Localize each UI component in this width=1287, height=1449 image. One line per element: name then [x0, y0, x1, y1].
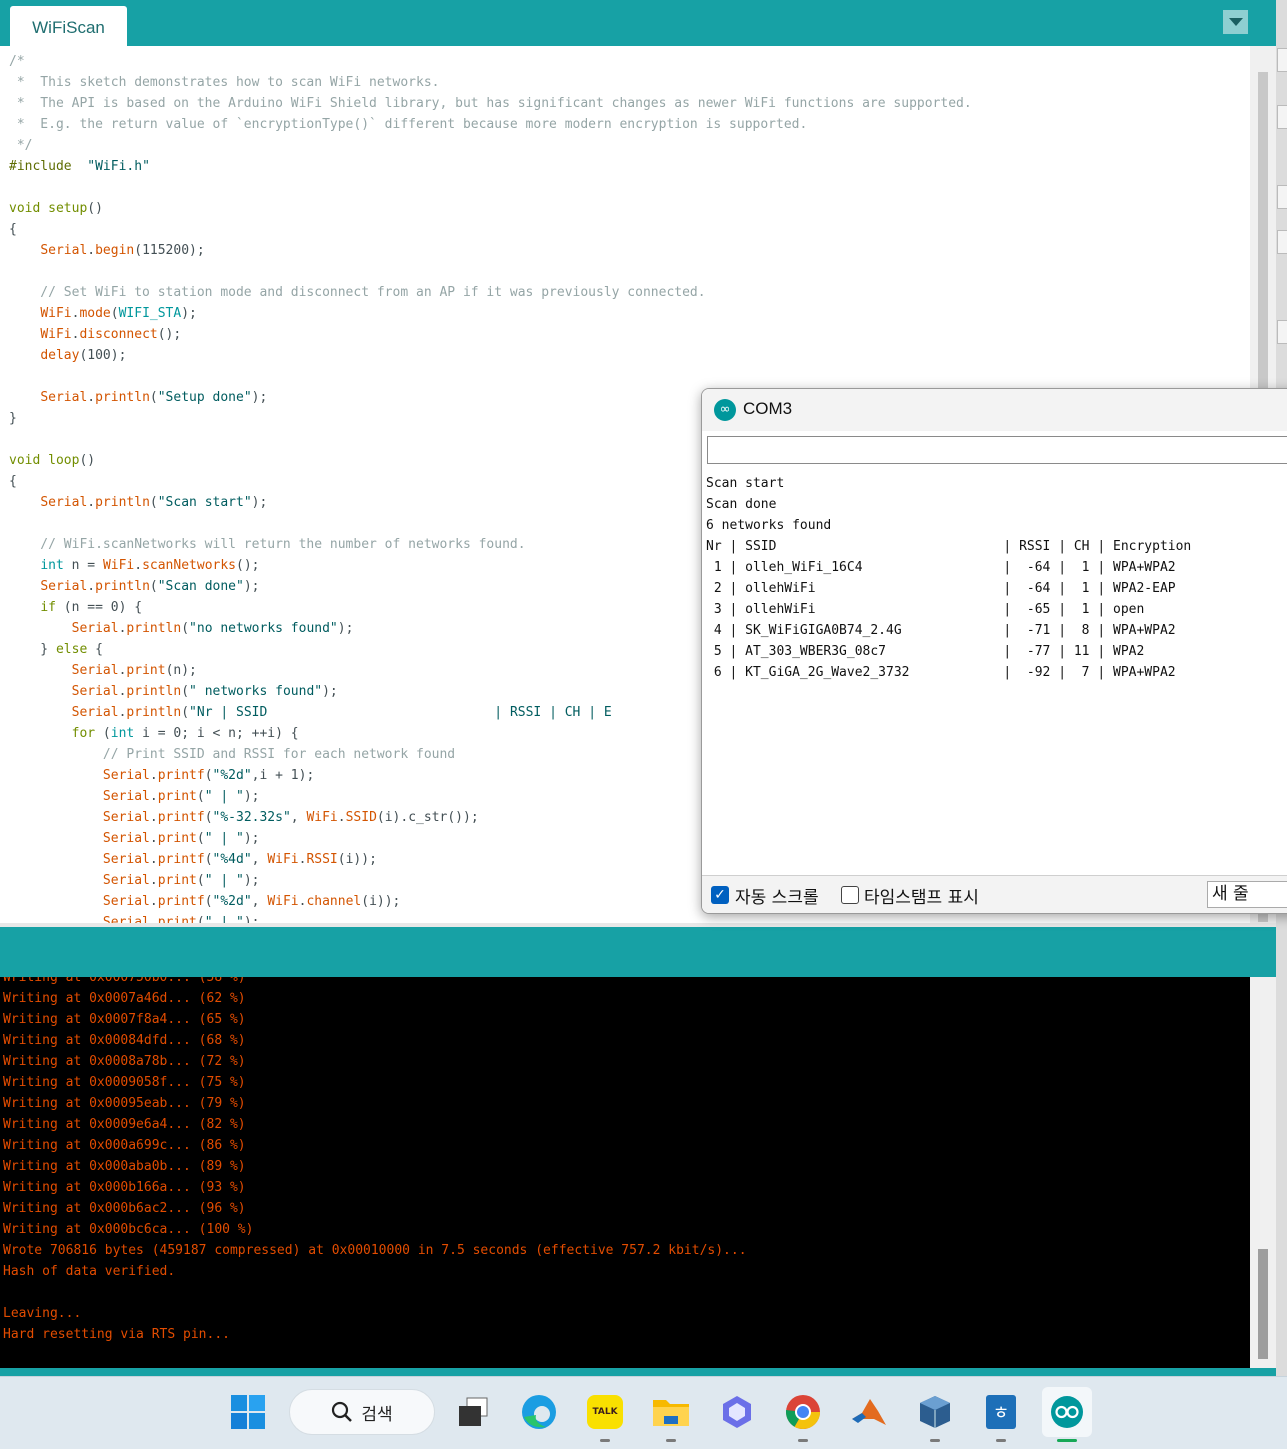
console-output: Writing at 0x000750b0... (58 %) Writing a… — [3, 977, 747, 1345]
file-explorer-button[interactable] — [646, 1387, 696, 1442]
edge-icon — [522, 1395, 556, 1429]
tab-bar: WiFiScan — [0, 0, 1276, 46]
taskbar: 검색 TALK ㅎ — [0, 1376, 1287, 1449]
code-line: Serial.begin(115200); — [40, 243, 205, 258]
arduino-button[interactable] — [1042, 1387, 1092, 1442]
serial-output-line: Scan done — [706, 497, 777, 512]
console-line: Writing at 0x00095eab... (79 %) — [3, 1096, 246, 1111]
autoscroll-checkbox[interactable]: ✓ — [711, 886, 729, 904]
code-line: WiFi.disconnect(); — [40, 327, 182, 342]
code-line: * The API is based on the Arduino WiFi S… — [9, 96, 972, 111]
autoscroll-label[interactable]: 자동 스크롤 — [735, 883, 819, 908]
virtualbox-icon — [920, 1396, 950, 1428]
search-icon — [332, 1401, 353, 1422]
code-line: { — [9, 222, 17, 237]
chevron-down-icon — [1228, 18, 1243, 26]
status-bar — [0, 1368, 1276, 1376]
file-explorer-icon — [653, 1400, 689, 1426]
serial-output-line: 4 | SK_WiFiGIGA0B74_2.4G | -71 | 8 | WPA… — [706, 623, 1176, 638]
search-label: 검색 — [361, 1404, 393, 1425]
start-icon — [231, 1395, 265, 1429]
console-line: Leaving... — [3, 1306, 82, 1321]
serial-send-input[interactable] — [707, 436, 1287, 464]
console-line: Writing at 0x0008a78b... (72 %) — [3, 1054, 246, 1069]
copilot-button[interactable] — [712, 1387, 762, 1437]
console-line: Writing at 0x000750b0... (58 %) — [3, 977, 246, 985]
code-line: * This sketch demonstrates how to scan W… — [9, 75, 440, 90]
console-line: Wrote 706816 bytes (459187 compressed) a… — [3, 1243, 747, 1258]
code-line: // Set WiFi to station mode and disconne… — [9, 285, 706, 300]
hangul-icon: ㅎ — [986, 1395, 1016, 1429]
console-line: Writing at 0x000aba0b... (89 %) — [3, 1159, 246, 1174]
console-line: Writing at 0x000b166a... (93 %) — [3, 1180, 246, 1195]
timestamp-checkbox[interactable] — [841, 886, 859, 904]
arduino-icon — [1051, 1396, 1083, 1428]
task-view-icon — [459, 1397, 488, 1426]
kakaotalk-label: TALK — [592, 1407, 618, 1417]
hangul-button[interactable]: ㅎ — [976, 1387, 1026, 1442]
serial-output-line: 3 | ollehWiFi | -65 | 1 | open — [706, 602, 1145, 617]
timestamp-label[interactable]: 타임스탬프 표시 — [864, 883, 979, 908]
window-title: COM3 — [743, 399, 793, 418]
console-line: Writing at 0x000bc6ca... (100 %) — [3, 1222, 254, 1237]
code-line: * E.g. the return value of `encryptionTy… — [9, 117, 808, 132]
console-line: Writing at 0x0007a46d... (62 %) — [3, 991, 246, 1006]
serial-output: Scan start Scan done 6 networks found Nr | … — [706, 473, 1191, 683]
output-console[interactable]: Writing at 0x000750b0... (58 %) Writing a… — [0, 977, 1250, 1368]
tab-menu-button[interactable] — [1223, 10, 1248, 34]
serial-output-line: 2 | ollehWiFi | -64 | 1 | WPA2-EAP — [706, 581, 1176, 596]
serial-monitor-window[interactable]: ∞ COM3 Scan start Scan done 6 networks fou… — [701, 388, 1287, 914]
console-line: Writing at 0x000b6ac2... (96 %) — [3, 1201, 246, 1216]
console-line: Hash of data verified. — [3, 1264, 176, 1279]
hangul-label: ㅎ — [992, 1403, 1010, 1424]
arduino-logo-icon: ∞ — [714, 399, 736, 421]
serial-output-line: 1 | olleh_WiFi_16C4 | -64 | 1 | WPA+WPA2 — [706, 560, 1176, 575]
serial-output-line: Nr | SSID | RSSI | CH | Encryption — [706, 539, 1192, 554]
code-line: WiFi.mode(WIFI_STA); — [40, 306, 197, 321]
serial-options-bar: ✓ 자동 스크롤 타임스탬프 표시 새 줄 — [702, 875, 1287, 913]
edge-button[interactable] — [514, 1387, 564, 1437]
serial-output-line: 5 | AT_303_WBER3G_08c7 | -77 | 11 | WPA2 — [706, 644, 1145, 659]
copilot-icon — [723, 1396, 751, 1428]
console-line: Writing at 0x0009058f... (75 %) — [3, 1075, 246, 1090]
chrome-icon — [786, 1395, 820, 1429]
line-ending-select[interactable]: 새 줄 — [1207, 881, 1287, 908]
virtualbox-button[interactable] — [910, 1387, 960, 1442]
console-scrollbar[interactable] — [1250, 977, 1276, 1368]
console-line: Writing at 0x00084dfd... (68 %) — [3, 1033, 246, 1048]
serial-monitor-titlebar[interactable]: ∞ COM3 — [702, 389, 1287, 431]
console-line: Writing at 0x0007f8a4... (65 %) — [3, 1012, 246, 1027]
code-line: /* — [9, 54, 25, 69]
matlab-button[interactable] — [844, 1387, 894, 1437]
matlab-icon — [852, 1399, 886, 1425]
chrome-button[interactable] — [778, 1387, 828, 1442]
tab-wifiscan[interactable]: WiFiScan — [10, 6, 127, 46]
kakaotalk-button[interactable]: TALK — [580, 1387, 630, 1442]
taskbar-search[interactable]: 검색 — [289, 1389, 435, 1435]
start-button[interactable] — [223, 1387, 273, 1437]
task-view-button[interactable] — [448, 1387, 498, 1437]
console-line: Writing at 0x0009e6a4... (82 %) — [3, 1117, 246, 1132]
checkmark-icon: ✓ — [714, 887, 726, 903]
code-line: */ — [9, 138, 33, 153]
serial-output-line: 6 | KT_GiGA_2G_Wave2_3732 | -92 | 7 | WP… — [706, 665, 1176, 680]
serial-output-line: Scan start — [706, 476, 785, 491]
console-line: Writing at 0x000a699c... (86 %) — [3, 1138, 246, 1153]
console-line: Hard resetting via RTS pin... — [3, 1327, 230, 1342]
serial-output-line: 6 networks found — [706, 518, 832, 533]
code-line: #include "WiFi.h" — [9, 159, 150, 174]
code-line: delay(100); — [40, 348, 127, 363]
console-header — [0, 923, 1276, 977]
code-line: void setup() — [9, 201, 103, 216]
console-scroll-thumb[interactable] — [1258, 1249, 1268, 1359]
kakaotalk-icon: TALK — [587, 1395, 623, 1429]
